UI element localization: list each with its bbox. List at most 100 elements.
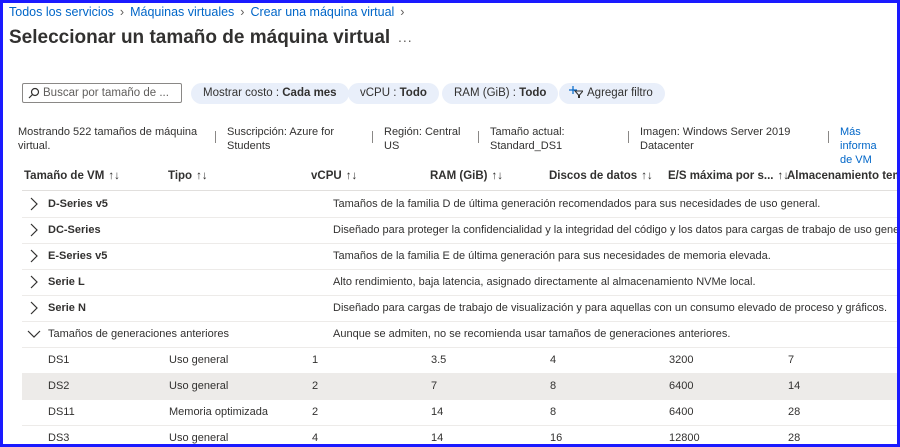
breadcrumb-item-create-vm[interactable]: Crear una máquina virtual [250,5,394,19]
column-header-ram[interactable]: RAM (GiB) ↑↓ [430,170,503,182]
search-placeholder: Buscar por tamaño de ... [43,87,169,99]
table-row[interactable]: DS11 Memoria optimizada 2 14 8 6400 28 [22,399,897,426]
group-row-serie-n[interactable]: Serie N Diseñado para cargas de trabajo … [22,295,897,322]
filter-ram-pill[interactable]: RAM (GiB) : Todo [442,83,559,104]
cell-max-iops: 6400 [669,380,694,392]
cell-size: DS11 [48,406,75,418]
column-header-data-disks[interactable]: Discos de datos ↑↓ [549,170,653,182]
filter-vcpu-label: vCPU : [360,87,400,99]
column-header-vcpu[interactable]: vCPU ↑↓ [311,170,357,182]
cell-data-disks: 4 [550,354,557,366]
cell-ram: 7 [431,380,438,392]
info-subscription-line1: Suscripción: Azure for [227,126,334,138]
sort-icon: ↑↓ [196,170,208,182]
table-row-selected[interactable]: DS2 Uso general 2 7 8 6400 14 [22,373,897,400]
cell-temp-storage: 28 [788,406,801,418]
chevron-right-icon[interactable] [27,301,41,315]
info-divider [828,131,829,143]
group-row-d-series-v5[interactable]: D-Series v5 Tamaños de la familia D de ú… [22,191,897,218]
window-frame: Todos los servicios › Máquinas virtuales › C… [0,0,900,447]
column-header-temp-storage[interactable]: Almacenamiento tem... [787,170,900,182]
info-current-size-line1: Tamaño actual: [490,126,565,138]
group-description: Diseñado para cargas de trabajo de visua… [333,302,888,314]
table-row[interactable]: DS3 Uso general 4 14 16 12800 28 [22,425,897,444]
sort-icon: ↑↓ [491,170,504,182]
group-row-serie-l[interactable]: Serie L Alto rendimiento, baja latencia,… [22,269,897,296]
column-header-label: RAM (GiB) [430,170,488,182]
more-info-line1: Más informa [840,126,877,152]
more-options-button[interactable]: ... [398,29,413,45]
info-showing: Mostrando 522 tamaños de máquina virtual. [18,125,197,153]
filter-ram-label: RAM (GiB) : [454,87,520,99]
cell-ram: 3.5 [431,354,447,366]
cell-vcpu: 4 [312,432,319,444]
column-header-type[interactable]: Tipo ↑↓ [168,170,208,182]
info-region-line2: US [384,140,400,152]
page-title: Seleccionar un tamaño de máquina virtual [9,27,391,48]
more-info-link[interactable]: Más informa de VM [840,125,897,167]
sort-icon: ↑↓ [108,170,120,182]
breadcrumb-item-all-services[interactable]: Todos los servicios [9,5,114,19]
sort-icon: ↑↓ [345,170,358,182]
group-description: Aunque se admiten, no se recomienda usar… [333,328,731,340]
column-header-max-iops[interactable]: E/S máxima por s... ↑↓ [668,170,789,182]
group-name: Tamaños de generaciones anteriores [48,328,230,340]
info-current-size: Tamaño actual: Standard_DS1 [490,125,565,153]
info-image-line1: Imagen: Windows Server 2019 [640,126,791,138]
group-name: D-Series v5 [48,198,108,210]
group-name: E-Series v5 [48,250,108,262]
info-region: Región: Central US [384,125,460,153]
info-current-size-line2: Standard_DS1 [490,140,563,152]
cell-size: DS3 [48,432,70,444]
cell-size: DS1 [48,354,70,366]
group-description: Tamaños de la familia E de última genera… [333,250,771,262]
cell-max-iops: 12800 [669,432,700,444]
cell-type: Uso general [169,432,229,444]
cell-data-disks: 16 [550,432,563,444]
column-header-label: vCPU [311,170,342,182]
info-divider [478,131,479,143]
info-divider [215,131,216,143]
cell-data-disks: 8 [550,406,557,418]
cell-vcpu: 2 [312,380,319,392]
add-filter-icon [569,86,585,99]
chevron-right-icon[interactable] [27,249,41,263]
info-image: Imagen: Windows Server 2019 Datacenter [640,125,790,153]
chevron-right-icon[interactable] [27,223,41,237]
breadcrumb: Todos los servicios › Máquinas virtuales › C… [9,5,410,19]
chevron-right-icon: › [119,5,125,19]
breadcrumb-item-virtual-machines[interactable]: Máquinas virtuales [130,5,234,19]
info-subscription-line2: Students [227,140,271,152]
group-row-dc-series[interactable]: DC-Series Diseñado para proteger la conf… [22,217,897,244]
column-header-size[interactable]: Tamaño de VM ↑↓ [24,170,120,182]
info-image-line2: Datacenter [640,140,694,152]
cell-ram: 14 [431,432,444,444]
cell-type: Memoria optimizada [169,406,269,418]
column-header-label: Almacenamiento tem... [787,170,900,182]
add-filter-button[interactable]: Agregar filtro [559,83,665,104]
column-header-label: Tamaño de VM [24,170,105,182]
group-description: Alto rendimiento, baja latencia, asignad… [333,276,756,288]
cell-temp-storage: 7 [788,354,795,366]
chevron-right-icon[interactable] [27,197,41,211]
group-name: Serie L [48,276,85,288]
group-name: DC-Series [48,224,101,236]
column-header-label: E/S máxima por s... [668,170,774,182]
cell-type: Uso general [169,354,229,366]
cell-vcpu: 2 [312,406,319,418]
chevron-down-icon[interactable] [27,327,41,341]
cell-size: DS2 [48,380,70,392]
info-showing-line1: Mostrando 522 tamaños de máquina [18,126,198,138]
filter-vcpu-pill[interactable]: vCPU : Todo [348,83,439,104]
chevron-right-icon[interactable] [27,275,41,289]
group-row-previous-generations[interactable]: Tamaños de generaciones anteriores Aunqu… [22,321,897,348]
group-row-e-series-v5[interactable]: E-Series v5 Tamaños de la familia E de ú… [22,243,897,270]
info-region-line1: Región: Central [384,126,461,138]
cell-max-iops: 6400 [669,406,694,418]
cell-temp-storage: 14 [788,380,801,392]
table-row[interactable]: DS1 Uso general 1 3.5 4 3200 7 [22,347,897,374]
info-divider [372,131,373,143]
filter-cost-pill[interactable]: Mostrar costo : Cada mes [191,83,349,104]
sort-icon: ↑↓ [641,170,653,182]
search-input[interactable]: Buscar por tamaño de ... [22,83,182,103]
